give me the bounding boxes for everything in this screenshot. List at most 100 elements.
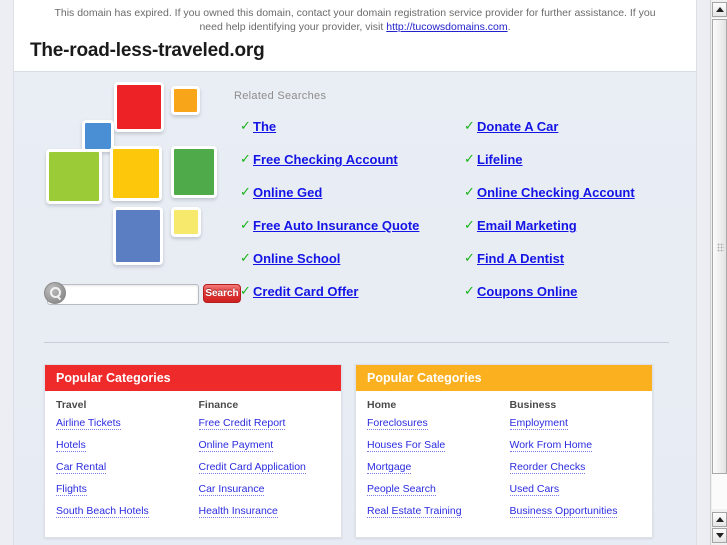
category-link[interactable]: Mortgage [367, 461, 412, 474]
related-search-item[interactable]: ✓ Coupons Online [464, 283, 704, 316]
related-search-link[interactable]: Find A Dentist [477, 250, 564, 268]
category-link[interactable]: Online Payment [198, 439, 274, 452]
category-link[interactable]: Business Opportunities [509, 505, 618, 518]
scrollbar-grip-icon [717, 242, 724, 252]
panel-header: Popular Categories [356, 365, 652, 391]
logo-tile-1 [114, 82, 164, 132]
related-search-item[interactable]: ✓ Online Checking Account [464, 184, 704, 217]
category-link[interactable]: Airline Tickets [56, 417, 121, 430]
chevron-up-icon [716, 7, 724, 12]
scroll-down-button[interactable] [712, 528, 727, 543]
scroll-up-button[interactable] [712, 2, 727, 17]
related-search-link[interactable]: Free Auto Insurance Quote [253, 217, 419, 235]
category-title: Finance [198, 399, 239, 411]
related-searches-column-right: ✓ Donate A Car ✓ Lifeline ✓ Online Checking A… [464, 118, 704, 316]
category-column: Travel Airline Tickets Hotels Car Rental Fli… [56, 399, 199, 527]
related-search-item[interactable]: ✓ Find A Dentist [464, 250, 704, 283]
check-icon: ✓ [240, 152, 251, 167]
logo-tile-4 [46, 149, 102, 204]
category-link[interactable]: People Search [367, 483, 436, 496]
category-link[interactable]: Health Insurance [198, 505, 278, 518]
logo-tile-6 [171, 146, 217, 198]
check-icon: ✓ [464, 119, 475, 134]
popular-categories-panel-left: Popular Categories Travel Airline Tickets H… [44, 364, 342, 538]
notice-text-before: This domain has expired. If you owned th… [54, 7, 656, 33]
related-search-link[interactable]: Lifeline [477, 151, 523, 169]
chevron-up-icon-secondary [716, 517, 724, 522]
search-input[interactable] [69, 286, 197, 304]
check-icon: ✓ [240, 218, 251, 233]
category-link[interactable]: Employment [509, 417, 568, 430]
related-search-link[interactable]: Credit Card Offer [253, 283, 358, 301]
category-title: Home [367, 399, 397, 411]
logo-tile-8 [171, 207, 201, 237]
panel-body: Travel Airline Tickets Hotels Car Rental Fli… [45, 391, 341, 537]
category-link[interactable]: Car Insurance [198, 483, 265, 496]
related-search-item[interactable]: ✓ Donate A Car [464, 118, 704, 151]
check-icon: ✓ [464, 251, 475, 266]
related-searches-label: Related Searches [234, 90, 327, 102]
category-link[interactable]: Flights [56, 483, 87, 496]
category-link[interactable]: Car Rental [56, 461, 107, 474]
notice-text-after: . [507, 21, 511, 33]
category-link[interactable]: Free Credit Report [198, 417, 286, 430]
logo-tile-2 [171, 86, 200, 115]
category-link[interactable]: Foreclosures [367, 417, 428, 430]
related-search-link[interactable]: Free Checking Account [253, 151, 398, 169]
category-link[interactable]: Work From Home [509, 439, 593, 452]
popular-categories-panel-right: Popular Categories Home Foreclosures Houses… [355, 364, 653, 538]
related-search-link[interactable]: Online Checking Account [477, 184, 635, 202]
page-content: This domain has expired. If you owned th… [0, 0, 710, 545]
check-icon: ✓ [464, 218, 475, 233]
category-link[interactable]: Reorder Checks [509, 461, 586, 474]
tucows-domains-link[interactable]: http://tucowsdomains.com [386, 21, 507, 33]
related-search-link[interactable]: Donate A Car [477, 118, 558, 136]
panel-header: Popular Categories [45, 365, 341, 391]
related-search-item[interactable]: ✓ Credit Card Offer [240, 283, 470, 316]
related-searches-column-left: ✓ The ✓ Free Checking Account ✓ Online Ged ✓ Fr… [240, 118, 470, 316]
check-icon: ✓ [464, 152, 475, 167]
check-icon: ✓ [464, 284, 475, 299]
related-search-item[interactable]: ✓ Lifeline [464, 151, 704, 184]
page-left-gutter [0, 0, 14, 545]
category-link[interactable]: Hotels [56, 439, 86, 452]
category-title: Travel [56, 399, 87, 411]
search-button[interactable]: Search [203, 284, 241, 303]
related-search-link[interactable]: Coupons Online [477, 283, 577, 301]
related-search-item[interactable]: ✓ Online School [240, 250, 470, 283]
check-icon: ✓ [240, 185, 251, 200]
magnifier-icon [44, 282, 66, 304]
category-link[interactable]: Real Estate Training [367, 505, 462, 518]
related-search-item[interactable]: ✓ The [240, 118, 470, 151]
check-icon: ✓ [240, 284, 251, 299]
panel-body: Home Foreclosures Houses For Sale Mortgage P… [356, 391, 652, 537]
category-column: Business Employment Work From Home Reorder … [509, 399, 653, 527]
colored-squares-logo [44, 80, 224, 270]
scroll-up-button-secondary[interactable] [712, 512, 727, 527]
logo-tile-3 [82, 120, 114, 152]
related-search-link[interactable]: Online School [253, 250, 340, 268]
category-link[interactable]: Houses For Sale [367, 439, 446, 452]
category-link[interactable]: Credit Card Application [198, 461, 306, 474]
vertical-scrollbar[interactable] [710, 0, 727, 545]
category-link[interactable]: South Beach Hotels [56, 505, 149, 518]
related-search-link[interactable]: Email Marketing [477, 217, 577, 235]
logo-tile-5 [110, 146, 162, 201]
main-body: Related Searches ✓ The ✓ Free Checking Acco… [14, 72, 696, 545]
related-search-item[interactable]: ✓ Free Checking Account [240, 151, 470, 184]
scrollbar-thumb[interactable] [712, 19, 727, 474]
chevron-down-icon [716, 533, 724, 538]
related-search-link[interactable]: The [253, 118, 276, 136]
check-icon: ✓ [464, 185, 475, 200]
logo-tile-7 [113, 207, 163, 265]
check-icon: ✓ [240, 119, 251, 134]
related-search-item[interactable]: ✓ Free Auto Insurance Quote [240, 217, 470, 250]
header-band: This domain has expired. If you owned th… [14, 0, 696, 72]
category-link[interactable]: Used Cars [509, 483, 560, 496]
related-search-item[interactable]: ✓ Online Ged [240, 184, 470, 217]
section-divider [44, 342, 669, 343]
category-title: Business [509, 399, 557, 411]
related-search-item[interactable]: ✓ Email Marketing [464, 217, 704, 250]
related-search-link[interactable]: Online Ged [253, 184, 322, 202]
check-icon: ✓ [240, 251, 251, 266]
